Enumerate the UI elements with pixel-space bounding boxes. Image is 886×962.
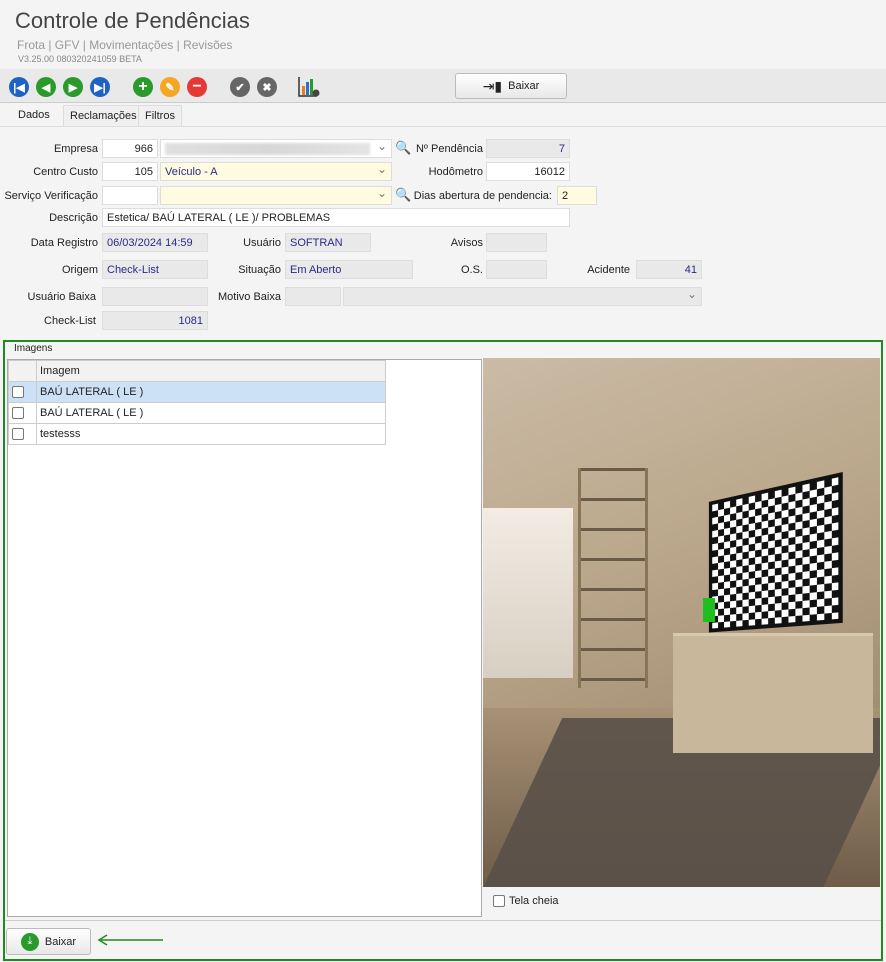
arrow-annotation-icon <box>97 934 165 949</box>
pendencia-field: 7 <box>486 139 570 158</box>
motivo-baixa-code <box>285 287 341 306</box>
usuario-baixa-label: Usuário Baixa <box>27 291 96 303</box>
servico-label: Serviço Verificação <box>4 190 98 202</box>
checklist-label: Check-List <box>44 315 96 327</box>
table-row[interactable]: testesss <box>8 423 386 445</box>
checklist-field: 1081 <box>102 311 208 330</box>
descricao-input[interactable]: Estetica/ BAÚ LATERAL ( LE )/ PROBLEMAS <box>102 208 570 227</box>
tab-dados[interactable]: Dados <box>12 105 56 126</box>
page-title: Controle de Pendências <box>15 8 250 33</box>
centro-custo-label: Centro Custo <box>33 166 98 178</box>
add-icon[interactable]: + <box>133 77 153 97</box>
servico-search-icon[interactable]: 🔍 <box>395 187 411 203</box>
confirm-icon[interactable]: ✔ <box>230 77 250 97</box>
baixar-label: Baixar <box>44 935 77 948</box>
hodometro-input[interactable]: 16012 <box>486 162 570 181</box>
servico-code-input[interactable] <box>102 186 158 205</box>
baixar-button[interactable]: ⤓ Baixar <box>6 928 91 955</box>
images-group-label: Imagens <box>14 343 53 354</box>
situacao-field: Em Aberto <box>285 260 413 279</box>
situacao-label: Situação <box>238 264 281 276</box>
usuario-field: SOFTRAN <box>285 233 371 252</box>
baixar-toolbar-button[interactable]: ⇥▮ Baixar <box>455 73 567 99</box>
fullscreen-checkbox[interactable] <box>493 895 505 907</box>
divider <box>5 920 881 921</box>
version-label: V3.25.00 080320241059 BETA <box>18 54 142 64</box>
row-name: testesss <box>36 423 386 445</box>
usuario-label: Usuário <box>243 237 281 249</box>
acidente-label: Acidente <box>587 264 630 276</box>
tab-reclamacoes[interactable]: Reclamações <box>63 105 144 126</box>
column-imagem[interactable]: Imagem <box>36 360 386 382</box>
empresa-search-icon[interactable]: 🔍 <box>395 140 411 156</box>
edit-icon[interactable]: ✎ <box>160 77 180 97</box>
table-row[interactable]: BAÚ LATERAL ( LE ) <box>8 402 386 424</box>
dias-label: Dias abertura de pendencia: <box>413 190 552 202</box>
empresa-label: Empresa <box>53 143 98 155</box>
motivo-baixa-select[interactable] <box>343 287 702 306</box>
dias-field: 2 <box>557 186 597 205</box>
data-registro-label: Data Registro <box>30 237 98 249</box>
origem-label: Origem <box>61 264 98 276</box>
pendencia-label: Nº Pendência <box>415 143 483 155</box>
previous-record-icon[interactable]: ◀ <box>36 77 56 97</box>
cancel-icon[interactable]: ✖ <box>257 77 277 97</box>
row-checkbox[interactable] <box>12 428 24 441</box>
motivo-baixa-label: Motivo Baixa <box>218 291 281 303</box>
first-record-icon[interactable]: |◀ <box>9 77 29 97</box>
acidente-field: 41 <box>636 260 702 279</box>
empresa-select[interactable] <box>160 139 392 158</box>
origem-field: Check-List <box>102 260 208 279</box>
centro-custo-name: Veículo - A <box>165 166 218 178</box>
avisos-field <box>486 233 547 252</box>
centro-custo-select[interactable]: Veículo - A <box>160 162 392 181</box>
os-label: O.S. <box>460 264 483 276</box>
os-field <box>486 260 547 279</box>
row-name: BAÚ LATERAL ( LE ) <box>36 402 386 424</box>
empresa-code-input[interactable]: 966 <box>102 139 158 158</box>
next-record-icon[interactable]: ▶ <box>63 77 83 97</box>
fullscreen-label: Tela cheia <box>509 895 559 907</box>
fullscreen-toggle[interactable]: Tela cheia <box>493 895 559 907</box>
avisos-label: Avisos <box>450 237 483 249</box>
descricao-label: Descrição <box>49 212 98 224</box>
delete-icon[interactable]: − <box>187 77 207 97</box>
tab-filtros[interactable]: Filtros <box>138 105 182 126</box>
row-name: BAÚ LATERAL ( LE ) <box>36 381 386 403</box>
baixar-toolbar-label: Baixar <box>508 80 540 92</box>
hodometro-label: Hodômetro <box>428 166 483 178</box>
data-registro-field: 06/03/2024 14:59 <box>102 233 208 252</box>
report-settings-icon[interactable] <box>297 76 321 98</box>
usuario-baixa-field <box>102 287 208 306</box>
download-icon: ⤓ <box>20 932 39 951</box>
breadcrumb: Frota | GFV | Movimentações | Revisões <box>17 38 233 52</box>
table-row[interactable]: BAÚ LATERAL ( LE ) <box>8 381 386 403</box>
image-preview <box>483 358 880 887</box>
download-file-icon: ⇥▮ <box>482 77 503 94</box>
last-record-icon[interactable]: ▶| <box>90 77 110 97</box>
row-checkbox[interactable] <box>12 407 24 420</box>
row-checkbox[interactable] <box>12 386 24 399</box>
images-grid: Imagem BAÚ LATERAL ( LE ) BAÚ LATERAL ( … <box>7 359 482 917</box>
servico-select[interactable] <box>160 186 392 205</box>
centro-custo-code-input[interactable]: 105 <box>102 162 158 181</box>
